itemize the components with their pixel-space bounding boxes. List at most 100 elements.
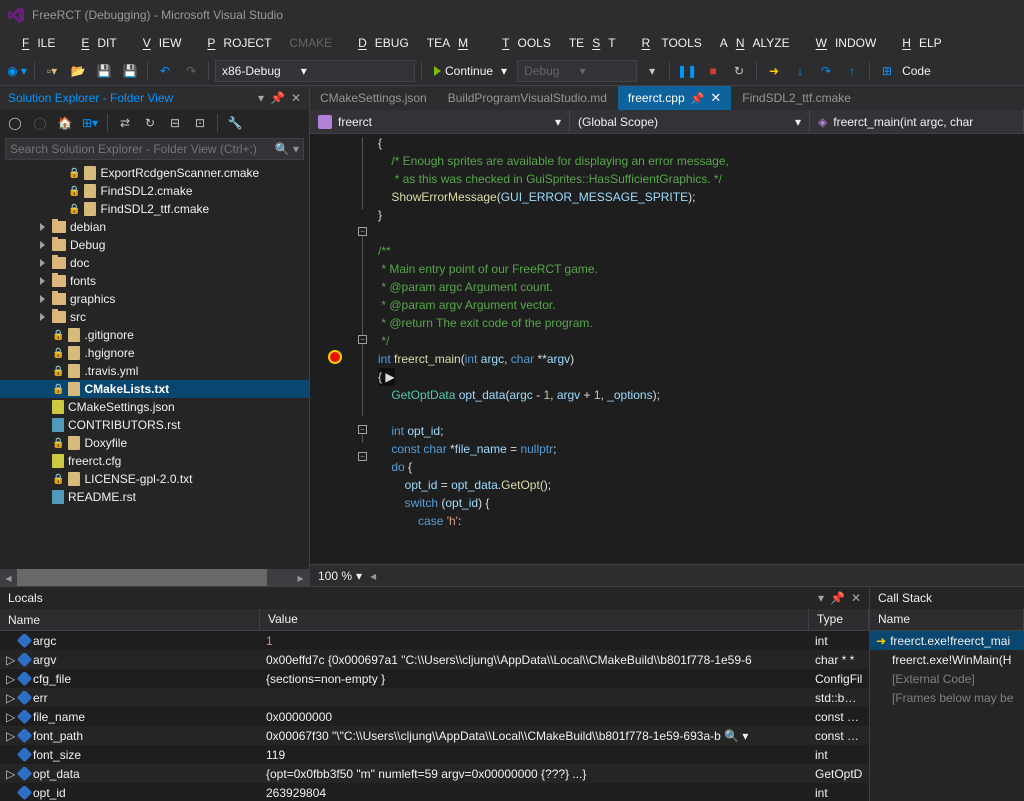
tab-FindSDL2_ttf.cmake[interactable]: FindSDL2_ttf.cmake <box>732 86 862 110</box>
tree-item-debian[interactable]: debian <box>0 218 309 236</box>
config-dropdown[interactable]: x86-Debug▾ <box>215 60 415 82</box>
restart-button[interactable]: ↻ <box>728 60 750 82</box>
tree-item-.travis.yml[interactable]: 🔒.travis.yml <box>0 362 309 380</box>
tree-item-LICENSE-gpl-2.0.txt[interactable]: 🔒LICENSE-gpl-2.0.txt <box>0 470 309 488</box>
continue-button[interactable]: Continue▾ <box>428 62 513 80</box>
pause-button[interactable]: ❚❚ <box>676 60 698 82</box>
tree-item-ExportRcdgenScanner.cmake[interactable]: 🔒ExportRcdgenScanner.cmake <box>0 164 309 182</box>
tree-item-doc[interactable]: doc <box>0 254 309 272</box>
tree-item-Debug[interactable]: Debug <box>0 236 309 254</box>
menu-edit[interactable]: EDIT <box>65 34 124 52</box>
new-file-button[interactable]: ▫▾ <box>41 60 63 82</box>
tree-item-README.rst[interactable]: README.rst <box>0 488 309 506</box>
show-all-icon[interactable]: ⊡ <box>190 113 210 133</box>
expand-icon[interactable] <box>40 223 48 231</box>
col-name-header[interactable]: Name <box>870 609 1024 630</box>
pin-icon[interactable]: 📌 <box>270 91 285 105</box>
expand-icon[interactable] <box>40 277 48 285</box>
expand-icon[interactable]: ▷ <box>6 653 16 667</box>
menu-help[interactable]: HELP <box>886 34 949 52</box>
dropdown-toggle[interactable]: ▾ <box>641 60 663 82</box>
fold-toggle[interactable]: − <box>358 335 367 344</box>
menu-team[interactable]: TEAM <box>419 34 484 52</box>
expand-icon[interactable] <box>40 313 48 321</box>
fold-toggle[interactable]: − <box>358 425 367 434</box>
collapse-icon[interactable]: ⊟ <box>165 113 185 133</box>
pin-icon[interactable]: 📌 <box>691 92 705 105</box>
solution-scrollbar[interactable]: ◂ ▸ <box>0 569 309 586</box>
context-member[interactable]: ◈ freerct_main(int argc, char <box>810 110 1024 133</box>
hierarchy-icon[interactable]: ⊞ <box>876 60 898 82</box>
menu-file[interactable]: FILE <box>6 34 63 52</box>
properties-icon[interactable]: 🔧 <box>225 113 245 133</box>
locals-row[interactable]: ▷argv0x00effd7c {0x000697a1 "C:\\Users\\… <box>0 650 869 669</box>
callstack-row[interactable]: [External Code] <box>870 669 1024 688</box>
step-into-button[interactable]: ↓ <box>789 60 811 82</box>
expand-icon[interactable] <box>40 295 48 303</box>
expand-icon[interactable] <box>40 241 48 249</box>
locals-grid[interactable]: argc1int▷argv0x00effd7c {0x000697a1 "C:\… <box>0 631 869 801</box>
tab-CMakeSettings.json[interactable]: CMakeSettings.json <box>310 86 438 110</box>
code-editor[interactable]: − − − − { /* Enough sprites are availabl… <box>310 134 1024 564</box>
menu-analyze[interactable]: ANALYZE <box>712 34 798 52</box>
context-scope[interactable]: (Global Scope) ▾ <box>570 110 810 133</box>
expand-icon[interactable]: ▷ <box>6 710 16 724</box>
fold-toggle[interactable]: − <box>358 452 367 461</box>
expand-icon[interactable]: ▷ <box>6 729 16 743</box>
stop-button[interactable]: ■ <box>702 60 724 82</box>
expand-icon[interactable] <box>40 259 48 267</box>
step-over-button[interactable]: ↷ <box>815 60 837 82</box>
menu-test[interactable]: TEST <box>561 34 624 52</box>
context-project[interactable]: freerct ▾ <box>310 110 570 133</box>
tree-item-CMakeLists.txt[interactable]: 🔒CMakeLists.txt <box>0 380 309 398</box>
menu-window[interactable]: WINDOW <box>800 34 885 52</box>
locals-row[interactable]: ▷file_name0x00000000 const cha <box>0 707 869 726</box>
solution-folder-toggle[interactable]: ⊞▾ <box>80 113 100 133</box>
locals-row[interactable]: opt_id263929804int <box>0 783 869 801</box>
zoom-level[interactable]: 100 % <box>318 569 352 583</box>
locals-row[interactable]: ▷cfg_file{sections=non-empty }ConfigFil <box>0 669 869 688</box>
expand-icon[interactable]: ▷ <box>6 691 16 705</box>
col-value-header[interactable]: Value <box>260 609 809 630</box>
search-icon[interactable]: 🔍 ▾ <box>275 142 299 156</box>
dropdown-icon[interactable]: ▾ <box>818 591 824 605</box>
callstack-grid[interactable]: ➜freerct.exe!freerct_maifreerct.exe!WinM… <box>870 631 1024 801</box>
tree-item-src[interactable]: src <box>0 308 309 326</box>
locals-row[interactable]: argc1int <box>0 631 869 650</box>
tree-item-.gitignore[interactable]: 🔒.gitignore <box>0 326 309 344</box>
close-icon[interactable]: ✕ <box>710 90 721 106</box>
step-out-button[interactable]: ↑ <box>841 60 863 82</box>
tree-item-Doxyfile[interactable]: 🔒Doxyfile <box>0 434 309 452</box>
zoom-dropdown-icon[interactable]: ▾ <box>356 569 362 583</box>
code-text[interactable]: { /* Enough sprites are available for di… <box>370 134 1024 564</box>
tree-item-CMakeSettings.json[interactable]: CMakeSettings.json <box>0 398 309 416</box>
menu-project[interactable]: PROJECT <box>191 34 279 52</box>
tree-item-CONTRIBUTORS.rst[interactable]: CONTRIBUTORS.rst <box>0 416 309 434</box>
save-all-button[interactable]: 💾 <box>119 60 141 82</box>
tree-item-graphics[interactable]: graphics <box>0 290 309 308</box>
tab-BuildProgramVisualStudio.md[interactable]: BuildProgramVisualStudio.md <box>438 86 618 110</box>
tree-item-FindSDL2.cmake[interactable]: 🔒FindSDL2.cmake <box>0 182 309 200</box>
nav-back-button[interactable]: ◉ ▾ <box>6 60 28 82</box>
tree-item-fonts[interactable]: fonts <box>0 272 309 290</box>
home-icon[interactable]: 🏠 <box>55 113 75 133</box>
locals-row[interactable]: ▷errstd::basic <box>0 688 869 707</box>
tab-freerct.cpp[interactable]: freerct.cpp📌✕ <box>618 86 732 110</box>
locals-row[interactable]: ▷opt_data{opt=0x0fbb3f50 "m" numleft=59 … <box>0 764 869 783</box>
tree-item-FindSDL2_ttf.cmake[interactable]: 🔒FindSDL2_ttf.cmake <box>0 200 309 218</box>
current-statement-icon[interactable] <box>328 350 342 364</box>
tree-item-.hgignore[interactable]: 🔒.hgignore <box>0 344 309 362</box>
menu-tools[interactable]: TOOLS <box>486 34 559 52</box>
open-file-button[interactable]: 📂 <box>67 60 89 82</box>
sync-icon[interactable]: ⇄ <box>115 113 135 133</box>
col-name-header[interactable]: Name <box>0 609 260 630</box>
fold-toggle[interactable]: − <box>358 227 367 236</box>
tree-item-freerct.cfg[interactable]: freerct.cfg <box>0 452 309 470</box>
editor-gutter[interactable]: − − − − <box>310 134 370 564</box>
menu-debug[interactable]: DEBUG <box>342 34 417 52</box>
expand-icon[interactable]: ▷ <box>6 672 16 686</box>
callstack-row[interactable]: ➜freerct.exe!freerct_mai <box>870 631 1024 650</box>
dropdown-icon[interactable]: ▾ <box>258 91 264 105</box>
pin-icon[interactable]: 📌 <box>830 591 845 605</box>
solution-search[interactable]: 🔍 ▾ <box>5 138 304 160</box>
